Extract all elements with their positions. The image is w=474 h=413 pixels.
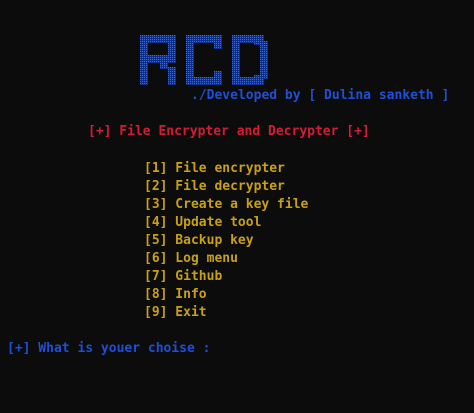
choice-prompt[interactable]: [+] What is youer choise :: [7, 341, 226, 356]
rcd-logo-icon: [140, 35, 268, 85]
menu-item-create-key-file: [3] Create a key file: [144, 197, 309, 212]
rcd-ascii-logo: [138, 33, 272, 87]
menu-item-exit: [9] Exit: [144, 305, 207, 320]
terminal-window[interactable]: ./Developed by [ Dulina sanketh ] [+] Fi…: [0, 0, 474, 413]
main-menu: [1] File encrypter [2] File decrypter [3…: [144, 160, 308, 322]
developer-credit: ./Developed by [ Dulina sanketh ]: [191, 88, 450, 103]
menu-item-github: [7] Github: [144, 269, 223, 284]
app-title: [+] File Encrypter and Decrypter [+]: [88, 124, 370, 139]
input-cursor[interactable]: [218, 341, 226, 354]
menu-item-info: [8] Info: [144, 287, 207, 302]
menu-item-backup-key: [5] Backup key: [144, 233, 254, 248]
menu-item-file-decrypter: [2] File decrypter: [144, 179, 285, 194]
menu-item-file-encrypter: [1] File encrypter: [144, 161, 285, 176]
menu-item-update-tool: [4] Update tool: [144, 215, 262, 230]
menu-item-log-menu: [6] Log menu: [144, 251, 238, 266]
prompt-text: [+] What is youer choise :: [7, 341, 219, 356]
